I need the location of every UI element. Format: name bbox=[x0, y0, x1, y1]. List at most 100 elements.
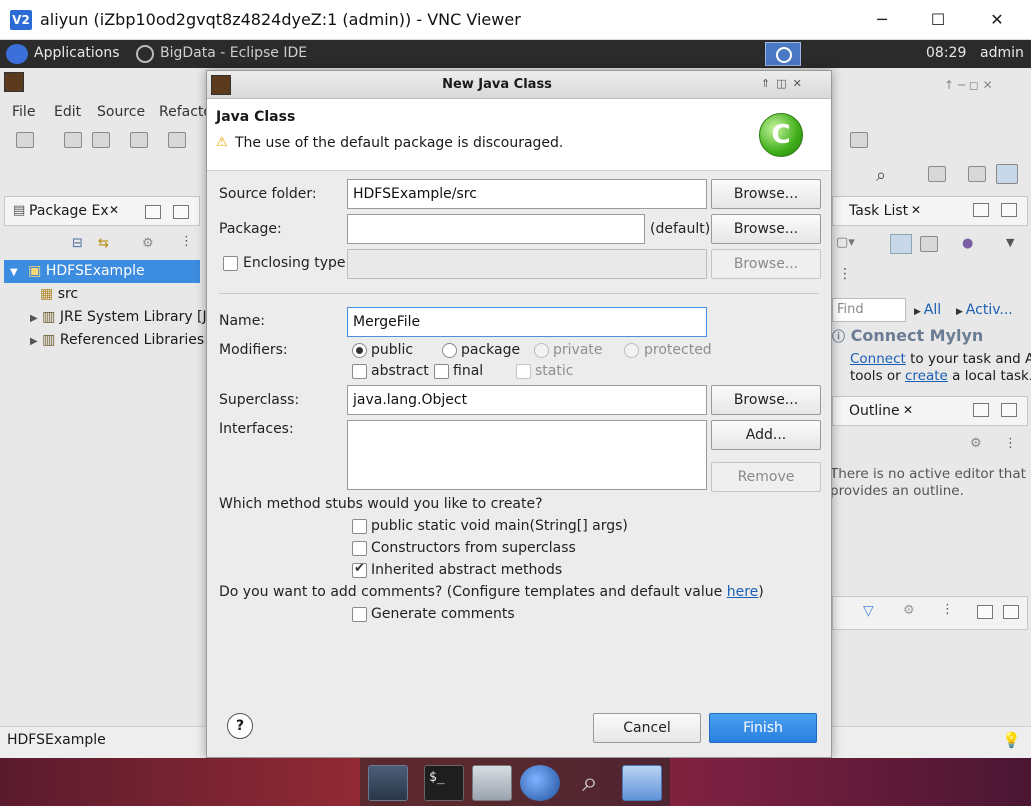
view-menu-icon[interactable]: ⋮ bbox=[180, 234, 193, 249]
minimize-view-icon[interactable] bbox=[973, 403, 989, 417]
tree-item-referenced-libraries[interactable]: ▶ ▥ Referenced Libraries bbox=[30, 329, 204, 352]
collapse-all-icon[interactable]: ⊟ bbox=[72, 236, 83, 251]
maximize-view-icon[interactable] bbox=[1003, 605, 1019, 619]
interfaces-list[interactable] bbox=[347, 420, 707, 490]
new-icon[interactable] bbox=[16, 132, 34, 148]
maximize-button[interactable]: ☐ bbox=[918, 8, 958, 32]
terminal-icon[interactable] bbox=[130, 132, 148, 148]
package-field[interactable] bbox=[347, 214, 645, 244]
abstract-checkbox[interactable] bbox=[352, 364, 367, 379]
minimize-view-icon[interactable] bbox=[977, 605, 993, 619]
package-explorer-tab[interactable]: ▤ Package Ex ✕ bbox=[4, 196, 200, 226]
view-menu-icon[interactable]: ⋮ bbox=[1004, 436, 1017, 451]
link-editor-icon[interactable]: ⇆ bbox=[98, 236, 109, 251]
task-list-tab[interactable]: Task List ✕ bbox=[832, 196, 1028, 226]
close-tab-icon[interactable]: ✕ bbox=[911, 203, 921, 217]
dialog-window-controls-icon[interactable]: ⇑◫✕ bbox=[761, 77, 829, 93]
taskbar-window-button[interactable]: BigData - Eclipse IDE bbox=[160, 45, 307, 61]
package-radio[interactable] bbox=[442, 343, 457, 358]
constructors-checkbox[interactable] bbox=[352, 541, 367, 556]
expand-arrow-icon[interactable]: ▶ bbox=[30, 336, 38, 347]
terminal-icon[interactable]: $_ bbox=[424, 765, 464, 801]
static-checkbox[interactable] bbox=[516, 364, 531, 379]
main-method-checkbox[interactable] bbox=[352, 519, 367, 534]
protected-radio[interactable] bbox=[624, 343, 639, 358]
toolbar-icon[interactable] bbox=[850, 132, 868, 148]
close-tab-icon[interactable]: ✕ bbox=[903, 403, 913, 417]
focus-icon[interactable]: ● bbox=[962, 236, 973, 251]
source-folder-field[interactable]: HDFSExample/src bbox=[347, 179, 707, 209]
maximize-view-icon[interactable] bbox=[1001, 403, 1017, 417]
home-folder-icon[interactable] bbox=[472, 765, 512, 801]
find-input[interactable]: Find bbox=[832, 298, 906, 322]
search-icon[interactable]: ⌕ bbox=[570, 765, 610, 801]
generate-comments-checkbox[interactable] bbox=[352, 607, 367, 622]
user-menu[interactable]: admin bbox=[980, 45, 1024, 61]
connect-link[interactable]: Connect bbox=[850, 351, 906, 367]
class-name-field[interactable]: MergeFile bbox=[347, 307, 707, 337]
funnel-icon[interactable]: ▽ bbox=[863, 603, 874, 619]
cancel-button[interactable]: Cancel bbox=[593, 713, 701, 743]
lightbulb-icon[interactable]: 💡 bbox=[1002, 731, 1021, 749]
minimize-view-icon[interactable] bbox=[973, 203, 989, 217]
search-icon[interactable]: ⌕ bbox=[876, 165, 900, 189]
show-desktop-icon[interactable] bbox=[368, 765, 408, 801]
menu-source[interactable]: Source bbox=[97, 104, 145, 120]
superclass-field[interactable]: java.lang.Object bbox=[347, 385, 707, 415]
tree-item-jre[interactable]: ▶ ▥ JRE System Library [Ja bbox=[30, 306, 215, 329]
tree-item-src[interactable]: ▦ src bbox=[40, 283, 78, 306]
applications-menu[interactable]: Applications bbox=[34, 45, 120, 61]
tree-item-project[interactable]: ▼ ▣ HDFSExample bbox=[4, 260, 200, 283]
add-interface-button[interactable]: Add... bbox=[711, 420, 821, 450]
activate-filter[interactable]: ▶ Activ... bbox=[956, 302, 1013, 318]
enclosing-type-checkbox[interactable] bbox=[223, 256, 238, 271]
open-perspective-icon[interactable] bbox=[928, 166, 946, 182]
perspective-icon[interactable] bbox=[968, 166, 986, 182]
maximize-view-icon[interactable] bbox=[1001, 203, 1017, 217]
create-link[interactable]: create bbox=[905, 368, 948, 384]
scheduled-icon[interactable] bbox=[920, 236, 938, 252]
private-radio[interactable] bbox=[534, 343, 549, 358]
inherited-methods-checkbox[interactable] bbox=[352, 561, 367, 578]
workspace-switcher-icon[interactable] bbox=[765, 42, 801, 66]
browse-enclosing-button[interactable]: Browse... bbox=[711, 249, 821, 279]
applications-icon[interactable] bbox=[6, 44, 28, 64]
files-icon[interactable] bbox=[622, 765, 662, 801]
here-link[interactable]: here bbox=[727, 584, 759, 600]
menu-edit[interactable]: Edit bbox=[54, 104, 81, 120]
public-radio[interactable] bbox=[352, 343, 367, 358]
expand-arrow-icon[interactable]: ▶ bbox=[30, 313, 38, 324]
window-controls-icon[interactable]: ↑ ─ ◻ ✕ bbox=[944, 78, 993, 92]
outline-tab[interactable]: Outline ✕ bbox=[832, 396, 1028, 426]
minimize-button[interactable]: ─ bbox=[862, 8, 902, 32]
outline-filter-icon[interactable]: ⚙ bbox=[970, 436, 982, 451]
save-icon[interactable] bbox=[64, 132, 82, 148]
categorized-icon[interactable] bbox=[890, 234, 912, 254]
menu-refactor[interactable]: Refacto bbox=[159, 104, 212, 120]
menu-file[interactable]: File bbox=[12, 104, 35, 120]
view-dropdown-icon[interactable]: ▼ bbox=[1006, 236, 1014, 249]
new-task-icon[interactable]: ▢▾ bbox=[836, 235, 855, 250]
final-checkbox[interactable] bbox=[434, 364, 449, 379]
finish-button[interactable]: Finish bbox=[709, 713, 817, 743]
remove-interface-button[interactable]: Remove bbox=[711, 462, 821, 492]
filter-icon[interactable]: ⚙ bbox=[142, 236, 154, 251]
view-menu-icon[interactable]: ⋮ bbox=[838, 266, 852, 282]
java-perspective-icon[interactable] bbox=[996, 164, 1018, 184]
all-filter[interactable]: ▶ All bbox=[914, 302, 941, 318]
browse-superclass-button[interactable]: Browse... bbox=[711, 385, 821, 415]
browse-package-button[interactable]: Browse... bbox=[711, 214, 821, 244]
web-browser-icon[interactable] bbox=[520, 765, 560, 801]
close-tab-icon[interactable]: ✕ bbox=[109, 203, 119, 217]
enclosing-type-field[interactable] bbox=[347, 249, 707, 279]
collapse-arrow-icon[interactable]: ▼ bbox=[10, 267, 18, 278]
help-icon[interactable]: ? bbox=[227, 713, 253, 739]
maximize-view-icon[interactable] bbox=[173, 205, 189, 219]
settings-icon[interactable]: ⚙ bbox=[903, 603, 915, 618]
browse-source-folder-button[interactable]: Browse... bbox=[711, 179, 821, 209]
minimize-view-icon[interactable] bbox=[145, 205, 161, 219]
debug-icon[interactable] bbox=[168, 132, 186, 148]
view-menu-icon[interactable]: ⋮ bbox=[941, 602, 954, 617]
close-button[interactable]: ✕ bbox=[977, 8, 1017, 32]
save-all-icon[interactable] bbox=[92, 132, 110, 148]
